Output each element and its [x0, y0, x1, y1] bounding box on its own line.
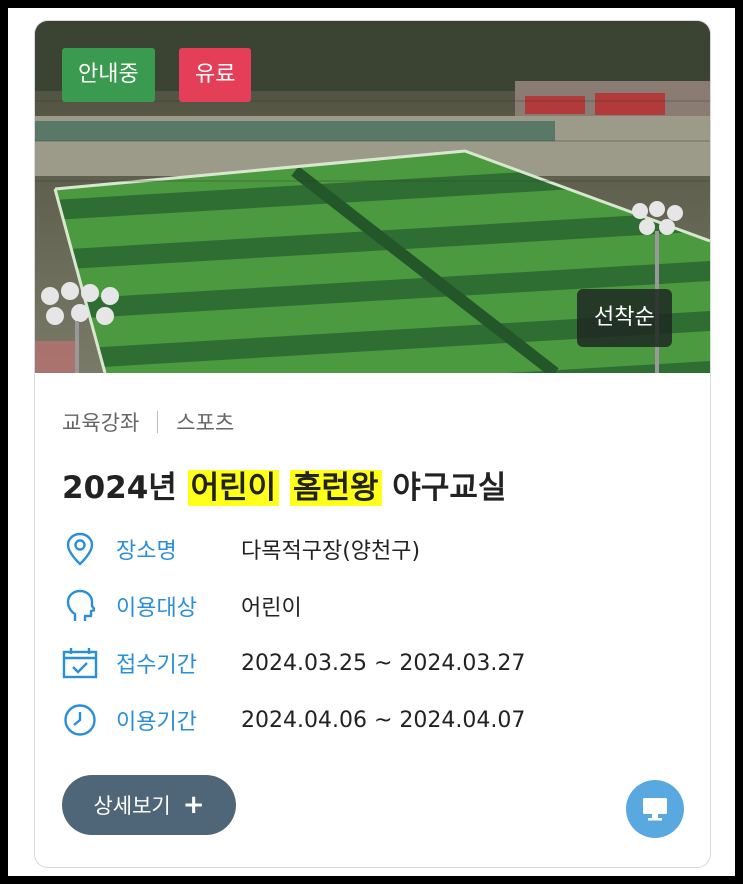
info-row-application-period: 접수기간 2024.03.25 ~ 2024.03.27: [62, 643, 525, 683]
view-details-button[interactable]: 상세보기 +: [62, 775, 236, 835]
title-prefix: 2024년: [62, 470, 188, 506]
info-value: 2024.04.06 ~ 2024.04.07: [241, 707, 526, 733]
info-label: 접수기간: [116, 653, 197, 678]
fee-badge: 유료: [179, 48, 252, 102]
view-details-label: 상세보기: [93, 794, 171, 818]
status-badge: 안내중: [62, 48, 155, 102]
online-program-button[interactable]: [626, 780, 684, 838]
info-value: 2024.03.25 ~ 2024.03.27: [241, 650, 526, 676]
info-label: 이용대상: [116, 596, 197, 621]
page-frame: 안내중 유료 선착순 교육강좌 스포츠 2024년 어린이 홈런왕 야구교실 장…: [8, 8, 735, 876]
plus-icon: +: [182, 790, 205, 820]
title-suffix: 야구교실: [381, 470, 507, 506]
location-pin-icon: [62, 531, 98, 567]
reservation-method-badge: 선착순: [577, 289, 672, 347]
category-sub: 스포츠: [176, 411, 235, 435]
category-main: 교육강좌: [62, 411, 140, 435]
category-divider: [157, 411, 159, 433]
calendar-icon: [62, 645, 98, 681]
program-card[interactable]: 안내중 유료 선착순 교육강좌 스포츠 2024년 어린이 홈런왕 야구교실 장…: [34, 20, 711, 868]
info-row-location: 장소명 다목적구장(양천구): [62, 529, 420, 569]
info-label: 장소명: [116, 539, 177, 564]
info-value: 어린이: [241, 596, 302, 621]
person-head-icon: [62, 588, 98, 624]
clock-icon: [62, 702, 98, 738]
title-highlight-1: 어린이: [187, 470, 280, 506]
info-row-target: 이용대상 어린이: [62, 586, 302, 626]
program-thumbnail[interactable]: 안내중 유료 선착순: [35, 21, 710, 373]
program-title[interactable]: 2024년 어린이 홈런왕 야구교실: [62, 462, 506, 507]
info-row-usage-period: 이용기간 2024.04.06 ~ 2024.04.07: [62, 700, 525, 740]
info-label: 이용기간: [116, 710, 197, 735]
info-value: 다목적구장(양천구): [241, 539, 421, 564]
title-highlight-2: 홈런왕: [289, 470, 382, 506]
monitor-icon: [643, 798, 667, 821]
category-breadcrumb: 교육강좌 스포츠: [62, 407, 234, 437]
